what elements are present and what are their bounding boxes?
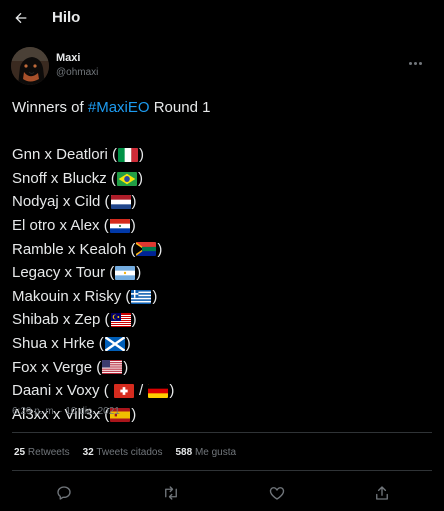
tweet-author: Maxi @ohmaxi xyxy=(11,47,433,87)
flag-germany-icon xyxy=(148,383,169,398)
reply-button[interactable] xyxy=(52,481,76,505)
winner-line: Ramble x Kealoh () xyxy=(12,240,163,258)
winner-line: Fox x Verge () xyxy=(12,358,129,376)
retweet-button[interactable] xyxy=(159,481,183,505)
flag-italy-icon xyxy=(118,147,139,162)
retweets-stat[interactable]: 25 Retweets xyxy=(14,447,70,458)
winner-line: El otro x Alex () xyxy=(12,216,136,234)
flag-malaysia-icon xyxy=(110,313,131,328)
winner-line: Nodyaj x Cild () xyxy=(12,193,137,211)
winner-line: Gnn x Deatlori () xyxy=(12,146,145,164)
avatar[interactable] xyxy=(11,47,49,85)
author-handle[interactable]: @ohmaxi xyxy=(56,67,98,78)
divider xyxy=(12,432,432,433)
more-horizontal-icon xyxy=(408,61,412,65)
header: Hilo xyxy=(0,0,444,37)
flag-argentina-icon xyxy=(115,265,136,280)
like-icon xyxy=(269,487,285,500)
winner-line: Shua x Hrke () xyxy=(12,334,131,352)
more-button[interactable] xyxy=(403,53,427,73)
winner-line: Shibab x Zep () xyxy=(12,311,137,329)
tweet-stats: 25 Retweets 32 Tweets citados 588 Me gus… xyxy=(14,447,236,458)
divider xyxy=(12,470,432,471)
tweet-text: Winners of #MaxiEO Round 1 Gnn x Deatlor… xyxy=(12,96,432,426)
winner-line: Legacy x Tour () xyxy=(12,264,142,282)
retweet-icon xyxy=(165,486,177,500)
winner-line: Daani x Voxy ( / ) xyxy=(12,382,175,400)
flag-scotland-icon xyxy=(104,336,125,351)
flag-switzerland-icon xyxy=(113,383,134,398)
likes-stat[interactable]: 588 Me gusta xyxy=(175,447,236,458)
share-button[interactable] xyxy=(370,481,394,505)
flag-usa-icon xyxy=(102,360,123,375)
tweet-timestamp[interactable]: 6:29 p. m. · 10 dic. 2021 xyxy=(12,406,120,417)
share-icon xyxy=(376,486,388,500)
back-button[interactable] xyxy=(10,7,32,29)
flag-brazil-icon xyxy=(116,171,137,186)
author-name[interactable]: Maxi xyxy=(56,52,80,64)
quotes-stat[interactable]: 32 Tweets citados xyxy=(83,447,163,458)
page-title: Hilo xyxy=(52,9,81,26)
winner-line: Makouin x Risky () xyxy=(12,287,158,305)
winner-line: Snoff x Bluckz () xyxy=(12,169,143,187)
like-button[interactable] xyxy=(265,481,289,505)
winners-list: Gnn x Deatlori () Snoff x Bluckz () Nodyaj… xyxy=(12,143,432,426)
flag-greece-icon xyxy=(131,289,152,304)
flag-netherlands-icon xyxy=(110,195,131,210)
tweet-intro: Winners of #MaxiEO Round 1 xyxy=(12,96,432,120)
flag-paraguay-icon xyxy=(109,218,130,233)
reply-icon xyxy=(57,486,71,500)
arrow-left-icon xyxy=(15,12,27,24)
tweet-actions xyxy=(0,481,444,505)
flag-south-africa-icon xyxy=(136,242,157,257)
hashtag-link[interactable]: #MaxiEO xyxy=(88,96,150,120)
